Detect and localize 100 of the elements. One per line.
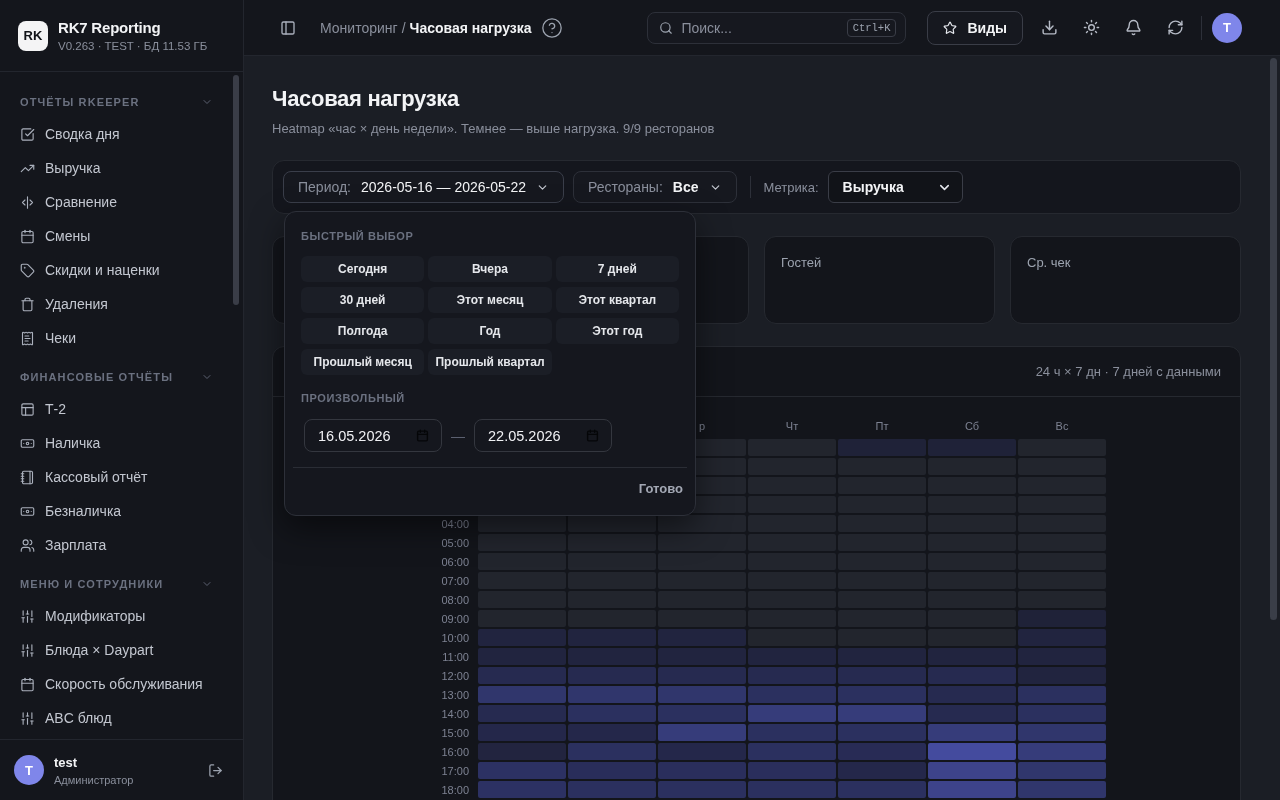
done-button[interactable]: Готово bbox=[638, 479, 683, 498]
hour-label: 05:00 bbox=[441, 536, 469, 549]
sliders-icon bbox=[20, 642, 35, 658]
sidebar-toggle-icon[interactable] bbox=[280, 19, 296, 36]
sidebar-item[interactable]: Кассовый отчёт bbox=[0, 460, 243, 494]
sidebar-item[interactable]: Чеки bbox=[0, 321, 243, 355]
preset-button[interactable]: Этот год bbox=[555, 318, 679, 344]
preset-button[interactable]: Этот месяц bbox=[428, 287, 552, 313]
kpi-label: Гостей bbox=[781, 255, 822, 270]
calendar-icon bbox=[20, 228, 35, 244]
user-role: Администратор bbox=[54, 773, 135, 786]
search-icon bbox=[659, 20, 674, 35]
sun-icon bbox=[1082, 19, 1100, 36]
hour-label: 16:00 bbox=[441, 745, 469, 758]
download-icon bbox=[1040, 19, 1058, 36]
calendar-icon bbox=[20, 676, 35, 692]
heatmap-summary: 24 ч × 7 дн · 7 дней с данными bbox=[1035, 364, 1221, 379]
sidebar-item[interactable]: Безналичка bbox=[0, 494, 243, 528]
check-square-icon bbox=[20, 126, 35, 142]
day-label: Вс bbox=[1055, 420, 1069, 432]
sidebar-item[interactable]: Удаления bbox=[0, 287, 243, 321]
hour-label: 15:00 bbox=[441, 726, 469, 739]
period-dropdown[interactable]: Период: 2026-05-16 — 2026-05-22 bbox=[283, 171, 564, 203]
hour-label: 17:00 bbox=[441, 764, 469, 777]
hour-label: 13:00 bbox=[441, 688, 469, 701]
hour-label: 12:00 bbox=[441, 669, 469, 682]
users-icon bbox=[20, 537, 35, 553]
sidebar-item[interactable]: Модификаторы bbox=[0, 599, 243, 633]
layout-icon bbox=[20, 401, 35, 417]
day-label: р bbox=[698, 420, 706, 432]
day-label: Пт bbox=[875, 420, 889, 432]
kpi-label: Ср. чек bbox=[1027, 255, 1071, 270]
sidebar-item[interactable]: Сводка дня bbox=[0, 117, 243, 151]
preset-button[interactable]: Сегодня bbox=[301, 256, 425, 282]
metric-label: Метрика: bbox=[763, 179, 819, 195]
page-title: Часовая нагрузка bbox=[272, 85, 461, 113]
popup-section-title: ПРОИЗВОЛЬНЫЙ bbox=[301, 391, 406, 405]
app-logo: RK bbox=[18, 20, 48, 51]
app-name: RK7 Reporting bbox=[58, 19, 162, 36]
scrollbar[interactable] bbox=[1270, 58, 1277, 620]
breadcrumb-separator: / bbox=[401, 19, 406, 36]
trash-icon bbox=[20, 296, 35, 312]
hour-label: 06:00 bbox=[441, 555, 469, 568]
app-version: V0.263 · TEST · БД 11.53 ГБ bbox=[58, 40, 208, 52]
preset-button[interactable]: Вчера bbox=[428, 256, 552, 282]
date-field[interactable]: 16.05.2026 bbox=[304, 419, 442, 452]
preset-button[interactable]: Прошлый месяц bbox=[301, 349, 425, 375]
sidebar-item[interactable]: Скорость обслуживания bbox=[0, 667, 243, 701]
tag-icon bbox=[20, 262, 35, 278]
sidebar-item[interactable]: Наличка bbox=[0, 426, 243, 460]
hour-label: 18:00 bbox=[441, 783, 469, 796]
shortcut-hint: Ctrl+K bbox=[846, 18, 897, 37]
restaurants-dropdown[interactable]: Рестораны: Все bbox=[573, 171, 737, 203]
breadcrumb-link[interactable]: Мониторинг bbox=[320, 19, 398, 36]
sidebar-item[interactable]: Т-2 bbox=[0, 392, 243, 426]
star-icon bbox=[943, 20, 958, 35]
day-label: Сб bbox=[964, 420, 980, 432]
receipt-icon bbox=[20, 330, 35, 346]
separator-icon bbox=[20, 194, 35, 210]
popup-section-title: БЫСТРЫЙ ВЫБОР bbox=[301, 229, 415, 243]
sidebar-item[interactable]: Смены bbox=[0, 219, 243, 253]
sliders-icon bbox=[20, 710, 35, 726]
date-field[interactable]: 22.05.2026 bbox=[474, 419, 612, 452]
section-title: МЕНЮ И СОТРУДНИКИ bbox=[20, 578, 164, 590]
preset-button[interactable]: Этот квартал bbox=[555, 287, 679, 313]
sidebar-item[interactable]: ABC блюд bbox=[0, 701, 243, 735]
notebook-icon bbox=[20, 469, 35, 485]
hour-label: 09:00 bbox=[441, 612, 469, 625]
sidebar-item[interactable]: Сравнение bbox=[0, 185, 243, 219]
hour-label: 04:00 bbox=[441, 517, 469, 530]
user-avatar: T bbox=[14, 755, 44, 785]
logout-icon[interactable] bbox=[208, 762, 223, 778]
preset-button[interactable]: Полгода bbox=[301, 318, 425, 344]
hour-label: 10:00 bbox=[441, 631, 469, 644]
page-subtitle: Heatmap «час × день недели». Темнее — выше нагрузка. 9/9 ресторанов bbox=[272, 120, 716, 138]
scrollbar[interactable] bbox=[233, 75, 239, 305]
sliders-icon bbox=[20, 608, 35, 624]
preset-button[interactable]: 30 дней bbox=[301, 287, 425, 313]
bell-icon bbox=[1124, 19, 1142, 36]
hour-label: 07:00 bbox=[441, 574, 469, 587]
section-title: ФИНАНСОВЫЕ ОТЧЁТЫ bbox=[20, 371, 173, 383]
help-icon[interactable] bbox=[540, 16, 563, 39]
hour-label: 11:00 bbox=[442, 650, 469, 663]
sidebar-item[interactable]: Скидки и наценки bbox=[0, 253, 243, 287]
breadcrumb-current: Часовая нагрузка bbox=[409, 19, 532, 36]
refresh-icon bbox=[1166, 19, 1184, 36]
views-button[interactable]: Виды bbox=[927, 10, 1023, 45]
day-label: Чт bbox=[785, 420, 799, 432]
preset-button[interactable]: 7 дней bbox=[555, 256, 679, 282]
sidebar-item[interactable]: Зарплата bbox=[0, 528, 243, 562]
metric-select[interactable]: Выручка bbox=[827, 171, 963, 203]
user-name: test bbox=[54, 754, 79, 770]
range-separator: — bbox=[451, 427, 465, 444]
section-title: ОТЧЁТЫ RKEEPER bbox=[20, 96, 140, 108]
hour-label: 14:00 bbox=[441, 707, 469, 720]
sidebar-item[interactable]: Выручка bbox=[0, 151, 243, 185]
sidebar-item[interactable]: Блюда × Daypart bbox=[0, 633, 243, 667]
preset-button[interactable]: Прошлый квартал bbox=[428, 349, 552, 375]
hour-label: 08:00 bbox=[441, 593, 469, 606]
preset-button[interactable]: Год bbox=[428, 318, 552, 344]
